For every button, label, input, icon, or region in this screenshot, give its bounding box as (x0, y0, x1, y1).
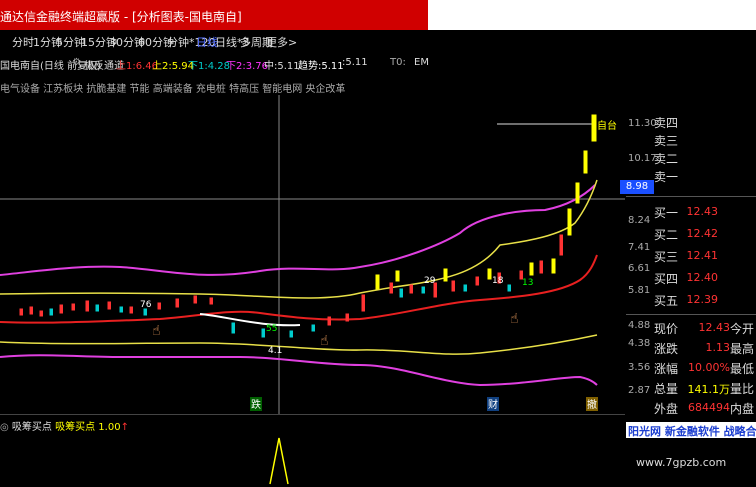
hand-pointer-icon: ☝ (320, 333, 329, 349)
bid-row[interactable]: 买一 12.43 (626, 202, 756, 222)
trend-value: 趋势:5.11 (298, 61, 344, 72)
divider (626, 196, 756, 197)
ask-row[interactable]: 卖四 (626, 112, 756, 132)
quote-value: 12.43 (698, 321, 731, 334)
bid-price: 12.43 (686, 205, 719, 218)
mark-29: 29 (424, 276, 436, 286)
quote-row-price: 现价 12.43 今开 (626, 318, 756, 338)
tag-cai: 财 (488, 398, 498, 411)
ask-label: 卖四 (654, 116, 679, 130)
bid-price: 12.41 (686, 249, 719, 262)
low-price-mark: 4.1 (268, 346, 282, 356)
ask-row[interactable]: 卖一 (626, 166, 756, 186)
kline-chart[interactable]: 自台 76 55 29 18 13 4.1 ☝ ☝ ☝ 跌 财 撤 (0, 95, 625, 415)
down2-value: 下2:3.76 (226, 61, 268, 72)
bid-price: 12.42 (686, 227, 719, 240)
promo-banner[interactable]: 阳光网 新金融软件 战略合作 (626, 422, 756, 438)
quote-value: 684494 (688, 401, 730, 414)
ask-label: 卖二 (654, 152, 679, 166)
tag-che: 撤 (587, 398, 597, 411)
bid-label: 买三 (654, 250, 679, 264)
period-tab-fenshi[interactable]: 分时 (12, 34, 34, 50)
quote-label: 现价 (654, 322, 679, 336)
hand-pointer-icon: ☝ (510, 311, 519, 327)
quote-value: 10.00% (688, 361, 730, 374)
quote-suffix: 内盘 (729, 402, 754, 416)
title-bar: 通达信金融终端超赢版 - [分析图表-国电南自] (0, 0, 428, 30)
mark-76: 76 (140, 300, 152, 310)
bid-price: 12.39 (686, 293, 719, 306)
watermark: www.7gpzb.com (636, 456, 727, 469)
quote-label: 总量 (654, 382, 679, 396)
quote-row-outer: 外盘 684494 内盘 (626, 398, 756, 418)
high-price-mark: 自台 (597, 119, 617, 132)
period-tab-more[interactable]: 更多> (266, 34, 297, 50)
t0-label: T0: (390, 57, 406, 68)
mark-18: 18 (492, 276, 504, 286)
quote-row-change: 涨跌 1.13 最高 (626, 338, 756, 358)
ask-row[interactable]: 卖二 (626, 148, 756, 168)
bid-row[interactable]: 买三 12.41 (626, 246, 756, 266)
mid-line (0, 254, 598, 324)
hand-pointer-icon: ☝ (152, 323, 161, 339)
ema-label: EM (414, 57, 429, 68)
candles (19, 114, 597, 338)
quote-label: 外盘 (654, 402, 679, 416)
mark-55: 55 (266, 324, 277, 334)
sub-indicator-chart (269, 437, 289, 485)
period-toolbar: 分时 1分钟 5分钟 15分钟 30分钟 60分钟 分钟*120 日线 日线*3… (0, 32, 430, 50)
ask-row[interactable]: 卖三 (626, 130, 756, 150)
bid-label: 买二 (654, 228, 679, 242)
tag-die: 跌 (251, 398, 261, 411)
signal-spike (269, 437, 289, 485)
sub-indicator-bar: ◎ 吸筹买点 吸筹买点 1.00↑ (0, 418, 129, 433)
window-title: 通达信金融终端超赢版 - [分析图表-国电南自] (0, 10, 242, 24)
bid-row[interactable]: 买二 12.42 (626, 224, 756, 244)
concept-tags: 电气设备 江苏板块 抗脆基建 节能 高端装备 充电桩 特高压 智能电网 央企改革 (0, 84, 346, 95)
quote-panel: 卖四 卖三 卖二 卖一 买一 12.43 买二 12.42 买三 12.41 买四 12… (626, 112, 756, 416)
indicator-info-bar: 国电南自(日线 前复权) ⚙ 极反通道 上1:6.46 上2:5.94 下1:4… (0, 55, 430, 72)
quote-suffix: 量比 (729, 382, 754, 396)
quote-suffix: 最高 (729, 342, 754, 356)
panel-divider (0, 414, 625, 415)
gear-icon[interactable]: ⚙ (72, 57, 81, 68)
lower-band-1 (0, 334, 598, 355)
down1-value: 下1:4.28 (188, 61, 230, 72)
mid-value: 中:5.11 (264, 61, 300, 72)
bid-price: 12.40 (686, 271, 719, 284)
quote-row-pct: 涨幅 10.00% 最低 (626, 358, 756, 378)
bid-label: 买五 (654, 294, 679, 308)
upper-band-1 (0, 179, 598, 299)
quote-row-volume: 总量 141.1万 量比 (626, 378, 756, 398)
quote-suffix: 最低 (729, 362, 754, 376)
quote-label: 涨幅 (654, 362, 679, 376)
lower-band-2 (0, 354, 598, 387)
quote-value: 141.1万 (687, 383, 731, 396)
quote-value: 1.13 (705, 341, 731, 354)
bid-row[interactable]: 买四 12.40 (626, 268, 756, 288)
quote-label: 涨跌 (654, 342, 679, 356)
quote-suffix: 今开 (729, 322, 754, 336)
bid-row[interactable]: 买五 12.39 (626, 290, 756, 310)
more-label: 更多 (266, 36, 288, 49)
mark-13: 13 (522, 278, 533, 288)
last-value: :5.11 (342, 57, 368, 68)
divider (626, 314, 756, 315)
ask-label: 卖一 (654, 170, 679, 184)
ask-label: 卖三 (654, 134, 679, 148)
promo-text: 阳光网 新金融软件 战略合作 (628, 425, 756, 438)
bid-label: 买一 (654, 206, 679, 220)
title-bar-blank (428, 0, 756, 30)
bid-label: 买四 (654, 272, 679, 286)
